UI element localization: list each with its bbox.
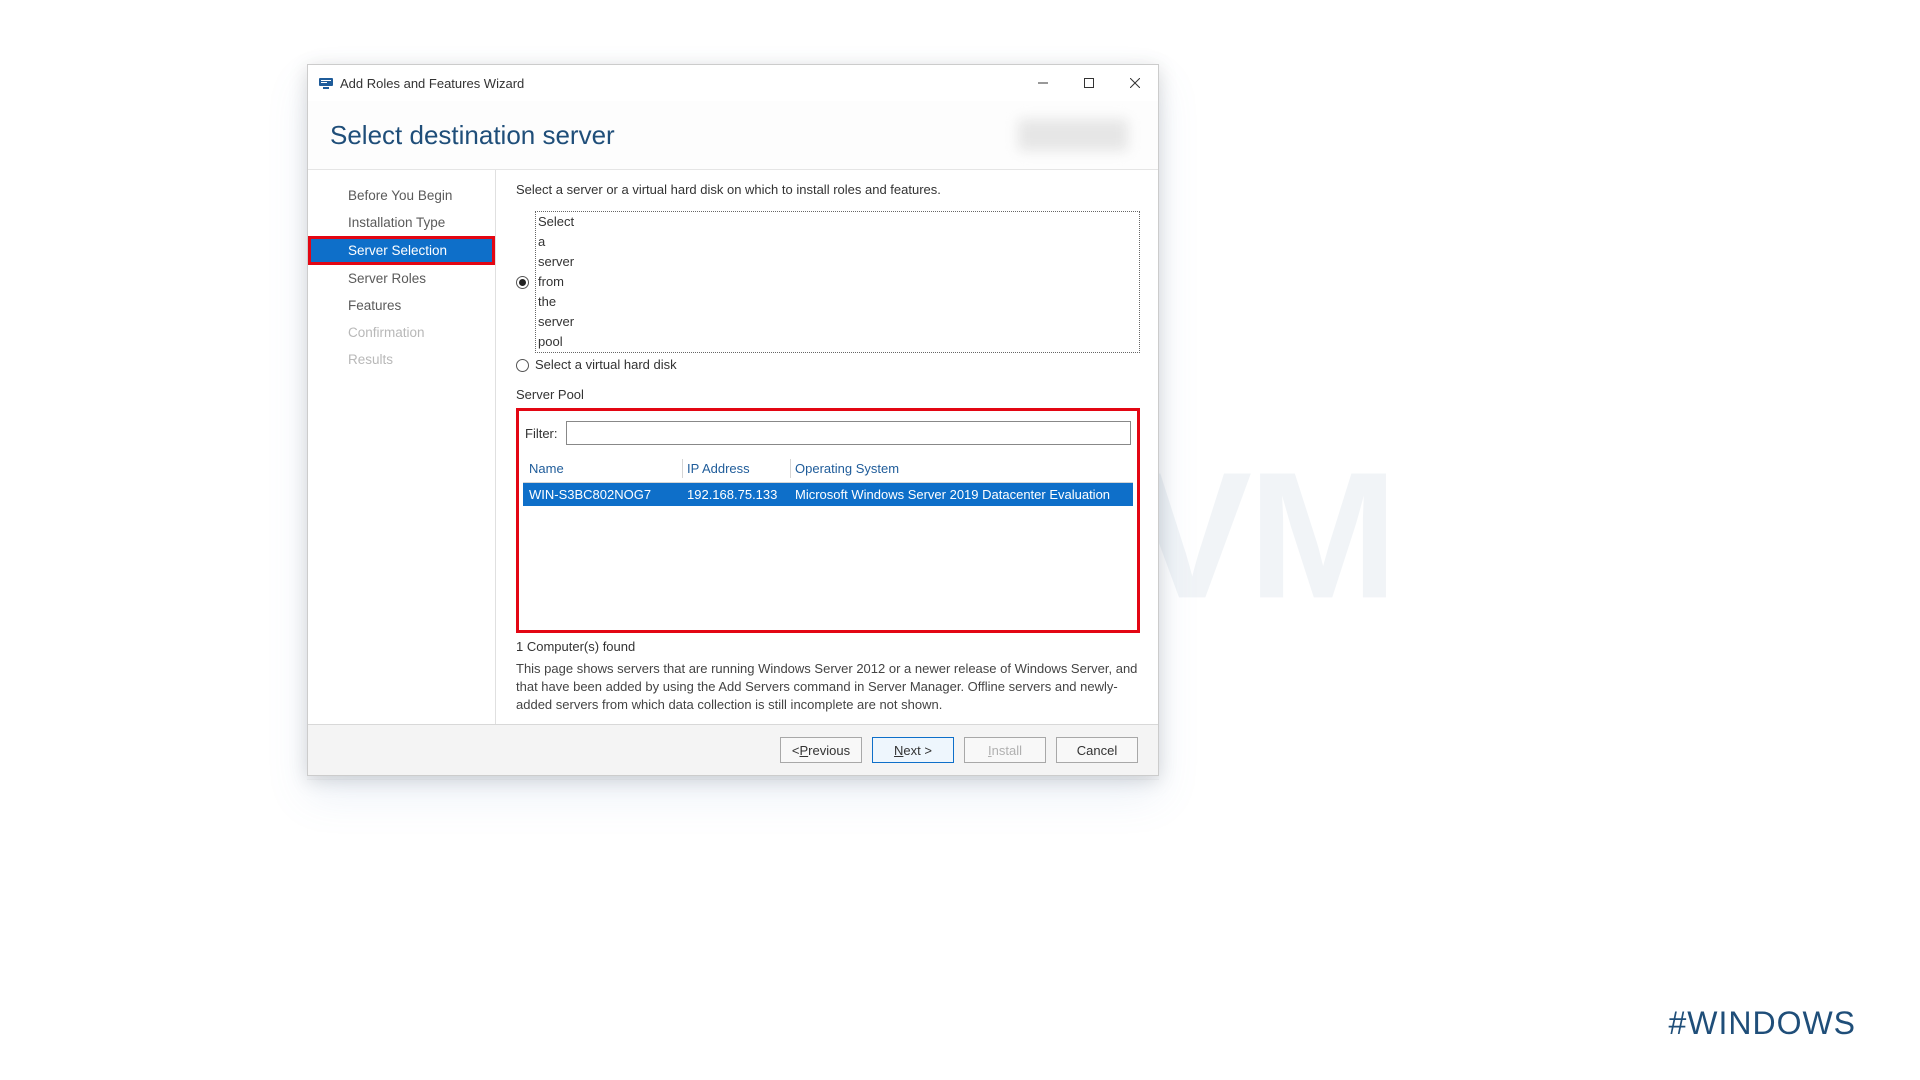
cell-ip: 192.168.75.133 bbox=[683, 487, 791, 502]
cancel-button[interactable]: Cancel bbox=[1056, 737, 1138, 763]
col-header-ip[interactable]: IP Address bbox=[683, 459, 791, 478]
filter-input[interactable] bbox=[566, 421, 1132, 445]
radio-vhd-label: Select a virtual hard disk bbox=[535, 355, 677, 375]
nav-before-you-begin[interactable]: Before You Begin bbox=[308, 182, 495, 209]
filter-label: Filter: bbox=[525, 426, 558, 441]
nav-server-roles[interactable]: Server Roles bbox=[308, 265, 495, 292]
col-header-name[interactable]: Name bbox=[525, 459, 683, 478]
maximize-button[interactable] bbox=[1066, 65, 1112, 101]
radio-icon bbox=[516, 276, 529, 289]
next-button[interactable]: Next > bbox=[872, 737, 954, 763]
instruction-text: Select a server or a virtual hard disk o… bbox=[516, 182, 1140, 197]
server-pool-label: Server Pool bbox=[516, 387, 1140, 402]
radio-server-pool-label: Select a server from the server pool bbox=[535, 211, 1140, 353]
window-title: Add Roles and Features Wizard bbox=[340, 76, 1020, 91]
destination-server-label-blurred bbox=[1018, 119, 1128, 151]
titlebar[interactable]: Add Roles and Features Wizard bbox=[308, 65, 1158, 101]
wizard-footer: < Previous Next > Install Cancel bbox=[308, 724, 1158, 775]
wizard-nav-sidebar: Before You Begin Installation Type Serve… bbox=[308, 170, 496, 724]
radio-virtual-hard-disk[interactable]: Select a virtual hard disk bbox=[516, 355, 1140, 375]
cell-os: Microsoft Windows Server 2019 Datacenter… bbox=[791, 487, 1131, 502]
server-manager-icon bbox=[318, 75, 334, 91]
hashtag-label: #WINDOWS bbox=[1668, 1005, 1856, 1042]
server-pool-box: Filter: Name IP Address Operating System… bbox=[516, 408, 1140, 633]
wizard-window: Add Roles and Features Wizard Select des… bbox=[307, 64, 1159, 776]
server-table: Name IP Address Operating System WIN-S3B… bbox=[523, 459, 1133, 626]
page-title: Select destination server bbox=[330, 120, 615, 151]
install-button: Install bbox=[964, 737, 1046, 763]
computers-found-label: 1 Computer(s) found bbox=[516, 639, 1140, 654]
radio-icon bbox=[516, 359, 529, 372]
page-description: This page shows servers that are running… bbox=[516, 660, 1140, 714]
nav-installation-type[interactable]: Installation Type bbox=[308, 209, 495, 236]
nav-results: Results bbox=[308, 346, 495, 373]
table-row[interactable]: WIN-S3BC802NOG7 192.168.75.133 Microsoft… bbox=[523, 483, 1133, 506]
table-empty-area bbox=[523, 506, 1133, 626]
nav-features[interactable]: Features bbox=[308, 292, 495, 319]
previous-button[interactable]: < Previous bbox=[780, 737, 862, 763]
nav-confirmation: Confirmation bbox=[308, 319, 495, 346]
col-header-os[interactable]: Operating System bbox=[791, 459, 1131, 478]
radio-server-pool[interactable]: Select a server from the server pool bbox=[516, 211, 1140, 353]
minimize-button[interactable] bbox=[1020, 65, 1066, 101]
page-header: Select destination server bbox=[308, 101, 1158, 170]
cell-name: WIN-S3BC802NOG7 bbox=[525, 487, 683, 502]
wizard-content: Select a server or a virtual hard disk o… bbox=[496, 170, 1158, 724]
nav-server-selection[interactable]: Server Selection bbox=[308, 236, 495, 265]
close-button[interactable] bbox=[1112, 65, 1158, 101]
